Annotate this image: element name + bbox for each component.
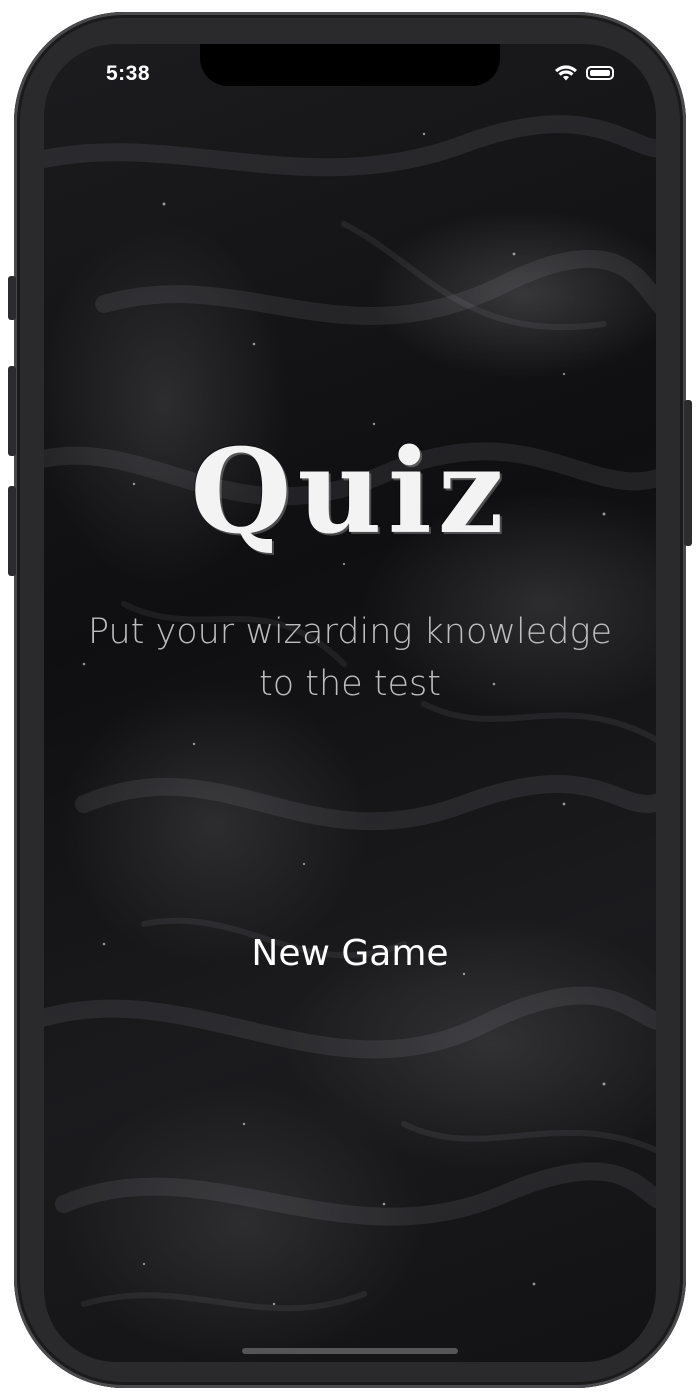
quiz-logo: Quiz bbox=[190, 424, 510, 560]
new-game-button[interactable]: New Game bbox=[230, 924, 470, 984]
tagline: Put your wizarding knowledge to the test bbox=[87, 612, 613, 704]
volume-down-button bbox=[8, 486, 16, 576]
status-bar-time: 5:38 bbox=[106, 62, 151, 85]
app-screen: 5:38 Quiz Put your wizarding knowledge t… bbox=[44, 44, 656, 1362]
power-button bbox=[684, 400, 692, 546]
wifi-icon bbox=[555, 65, 577, 81]
mute-switch bbox=[8, 276, 16, 320]
volume-up-button bbox=[8, 366, 16, 456]
battery-icon bbox=[586, 66, 614, 80]
home-indicator[interactable] bbox=[242, 1348, 458, 1354]
device-notch bbox=[200, 44, 500, 86]
battery-level-fill bbox=[590, 70, 610, 76]
status-bar-icons bbox=[554, 64, 614, 82]
